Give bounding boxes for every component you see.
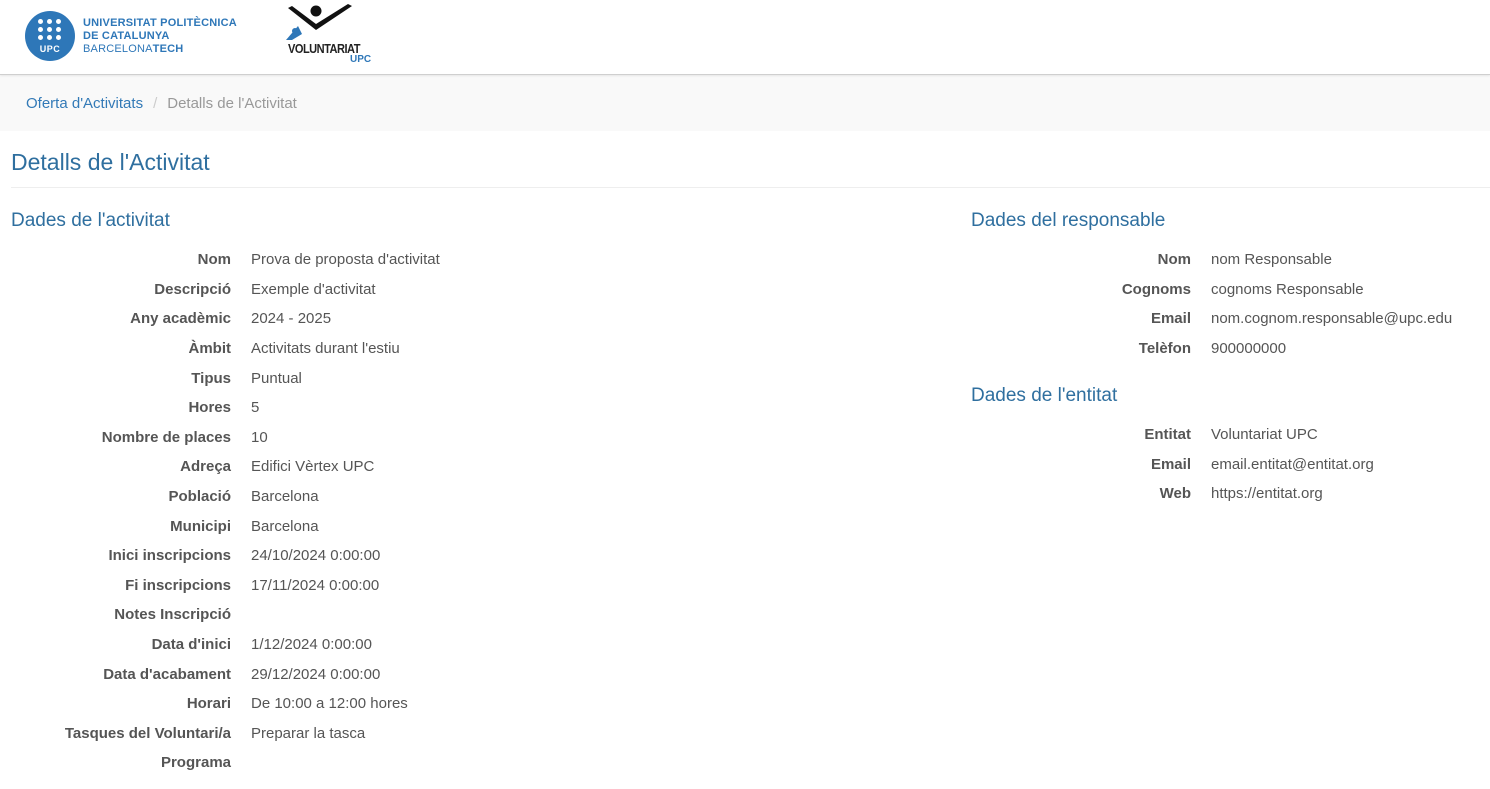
detail-row: Web https://entitat.org (960, 479, 1374, 509)
detail-row: Població Barcelona (0, 482, 440, 512)
upc-logo-line3b: TECH (152, 42, 184, 55)
site-header: UPC UNIVERSITAT POLITÈCNICA DE CATALUNYA… (0, 0, 1490, 75)
detail-value: Barcelona (251, 488, 319, 506)
detail-value: email.entitat@entitat.org (1211, 455, 1374, 473)
detail-label: Programa (160, 754, 231, 772)
detail-row: Email email.entitat@entitat.org (960, 450, 1374, 480)
detail-row: Tasques del Voluntari/a Preparar la tasca (0, 719, 440, 749)
upc-logo-icon: UPC (25, 11, 75, 61)
breadcrumb-current: Detalls de l'Activitat (167, 95, 297, 112)
upc-logo[interactable]: UPC UNIVERSITAT POLITÈCNICA DE CATALUNYA… (25, 11, 237, 61)
detail-value: Prova de proposta d'activitat (251, 251, 440, 269)
detail-value: Preparar la tasca (251, 724, 366, 742)
activity-section-title: Dades de l'activitat (11, 210, 170, 231)
detail-label: Telèfon (1138, 340, 1191, 358)
detail-row: Municipi Barcelona (0, 511, 440, 541)
detail-row: Cognoms cognoms Responsable (960, 275, 1452, 305)
breadcrumb-link-oferta[interactable]: Oferta d'Activitats (26, 95, 143, 112)
activity-details-list: Nom Prova de proposta d'activitat Descripc… (0, 245, 440, 778)
detail-label: Fi inscripcions (125, 576, 231, 594)
responsible-section-title: Dades del responsable (971, 210, 1166, 231)
upc-logo-text: UNIVERSITAT POLITÈCNICA DE CATALUNYA BAR… (83, 17, 237, 56)
detail-row: Inici inscripcions 24/10/2024 0:00:00 (0, 541, 440, 571)
detail-value: Puntual (251, 369, 302, 387)
detail-label: Email (1150, 455, 1191, 473)
detail-value: nom Responsable (1211, 251, 1332, 269)
breadcrumb: Oferta d'Activitats / Detalls de l'Activit… (0, 75, 1490, 131)
detail-label: Web (1159, 485, 1191, 503)
detail-label: Data d'inici (151, 636, 231, 654)
detail-label: Hores (188, 399, 231, 417)
detail-label: Descripció (154, 280, 231, 298)
detail-value: 29/12/2024 0:00:00 (251, 665, 381, 683)
entity-section-title: Dades de l'entitat (971, 385, 1118, 406)
detail-row: Tipus Puntual (0, 363, 440, 393)
detail-row: Any acadèmic 2024 - 2025 (0, 304, 440, 334)
detail-label: Àmbit (188, 340, 232, 358)
detail-value: 2024 - 2025 (251, 310, 332, 328)
detail-label: Tipus (191, 369, 231, 387)
detail-value: 900000000 (1211, 340, 1287, 358)
detail-label: Nom (197, 251, 231, 269)
detail-label: Nom (1157, 251, 1191, 269)
detail-label: Cognoms (1121, 280, 1191, 298)
detail-label: Adreça (180, 458, 231, 476)
detail-row: Nombre de places 10 (0, 423, 440, 453)
voluntariat-logo[interactable]: VOLUNTARIAT UPC (286, 4, 382, 68)
detail-value: 24/10/2024 0:00:00 (251, 547, 381, 565)
detail-row: Nom Prova de proposta d'activitat (0, 245, 440, 275)
detail-row: Fi inscripcions 17/11/2024 0:00:00 (0, 571, 440, 601)
detail-label: Municipi (170, 517, 231, 535)
detail-value: 10 (251, 428, 268, 446)
detail-label: Tasques del Voluntari/a (64, 724, 231, 742)
breadcrumb-separator: / (153, 95, 158, 112)
detail-value: https://entitat.org (1211, 485, 1323, 503)
upc-logo-line3a: BARCELONA (83, 42, 153, 55)
title-divider (11, 187, 1490, 188)
detail-row: Horari De 10:00 a 12:00 hores (0, 689, 440, 719)
detail-value: Exemple d'activitat (251, 280, 376, 298)
detail-value: Activitats durant l'estiu (251, 340, 400, 358)
detail-value: 1/12/2024 0:00:00 (251, 636, 372, 654)
detail-value: Voluntariat UPC (1211, 426, 1318, 444)
detail-label: Població (168, 488, 231, 506)
detail-label: Inici inscripcions (108, 547, 231, 565)
detail-label: Entitat (1144, 426, 1191, 444)
page-title: Detalls de l'Activitat (11, 149, 210, 175)
detail-value: Barcelona (251, 517, 319, 535)
upc-logo-line1: UNIVERSITAT POLITÈCNICA (83, 16, 237, 29)
upc-logo-circle-text: UPC (39, 44, 61, 54)
detail-value: nom.cognom.responsable@upc.edu (1211, 310, 1453, 328)
responsible-details-list: Nom nom Responsable Cognoms cognoms Respons… (960, 245, 1452, 363)
voluntariat-figure-icon (286, 4, 352, 40)
detail-row: Nom nom Responsable (960, 245, 1452, 275)
voluntariat-logo-sub: UPC (350, 54, 372, 65)
detail-value: 17/11/2024 0:00:00 (251, 576, 380, 594)
detail-label: Nombre de places (101, 428, 231, 446)
detail-row: Telèfon 900000000 (960, 334, 1452, 364)
detail-label: Any acadèmic (130, 310, 231, 328)
detail-row: Email nom.cognom.responsable@upc.edu (960, 304, 1452, 334)
detail-row: Entitat Voluntariat UPC (960, 420, 1374, 450)
detail-row: Descripció Exemple d'activitat (0, 275, 440, 305)
detail-row: Data d'acabament 29/12/2024 0:00:00 (0, 659, 440, 689)
detail-label: Horari (186, 695, 231, 713)
detail-row: Adreça Edifici Vèrtex UPC (0, 452, 440, 482)
detail-value: De 10:00 a 12:00 hores (251, 695, 408, 713)
detail-label: Email (1150, 310, 1191, 328)
detail-label: Notes Inscripció (114, 606, 231, 624)
detail-row: Data d'inici 1/12/2024 0:00:00 (0, 630, 440, 660)
detail-row: Àmbit Activitats durant l'estiu (0, 334, 440, 364)
detail-label: Data d'acabament (103, 665, 231, 683)
detail-value: cognoms Responsable (1211, 280, 1364, 298)
detail-row: Programa (0, 748, 440, 778)
entity-details-list: Entitat Voluntariat UPC Email email.entitat… (960, 420, 1374, 509)
detail-value: Edifici Vèrtex UPC (251, 458, 375, 476)
detail-row: Notes Inscripció (0, 600, 440, 630)
detail-value: 5 (251, 399, 260, 417)
detail-row: Hores 5 (0, 393, 440, 423)
upc-logo-line2: DE CATALUNYA (83, 29, 170, 42)
